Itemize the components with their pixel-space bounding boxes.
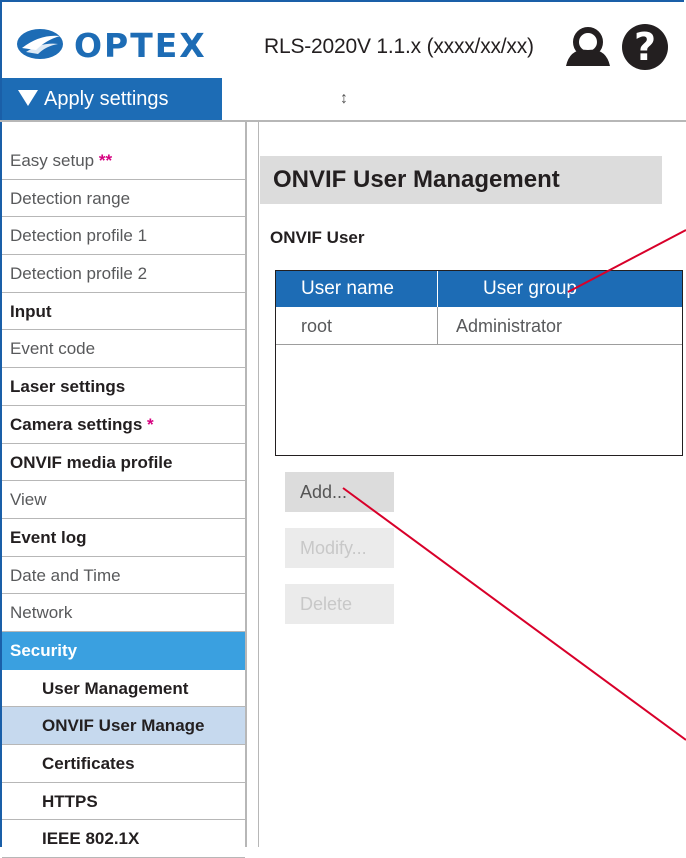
triangle-down-icon: [18, 90, 38, 106]
sidebar-item-onvif-media-profile[interactable]: ONVIF media profile: [2, 444, 245, 482]
apply-settings-button[interactable]: Apply settings: [2, 78, 222, 120]
add-button[interactable]: Add...: [285, 472, 394, 512]
sidebar-item-view[interactable]: View: [2, 481, 245, 519]
resize-handle-icon[interactable]: ↕: [340, 90, 348, 108]
sidebar-item-network[interactable]: Network: [2, 594, 245, 632]
user-icon[interactable]: [564, 26, 612, 66]
section-title: ONVIF User: [270, 228, 365, 247]
required-mark: *: [147, 414, 154, 434]
page-title: ONVIF User Management: [260, 156, 662, 204]
sidebar-item-certificates[interactable]: Certificates: [2, 745, 245, 783]
sidebar-item-label: Easy setup: [10, 151, 95, 170]
table-header: User name User group: [276, 271, 682, 307]
content-divider: [258, 120, 259, 847]
device-title: RLS-2020V 1.1.x (xxxx/xx/xx): [264, 35, 534, 58]
required-mark: **: [98, 151, 113, 170]
apply-settings-label: Apply settings: [44, 88, 169, 110]
sidebar-item-detection-profile-1[interactable]: Detection profile 1: [2, 217, 245, 256]
sidebar-item-onvif-user-management[interactable]: ONVIF User Manage: [2, 707, 245, 745]
sidebar-item-label: Camera settings: [10, 414, 143, 434]
column-header-user-group[interactable]: User group: [438, 271, 682, 307]
header-divider: [0, 120, 686, 122]
cell-user-group: Administrator: [456, 316, 563, 336]
sidebar-item-detection-profile-2[interactable]: Detection profile 2: [2, 255, 245, 293]
sidebar-item-event-log[interactable]: Event log: [2, 519, 245, 557]
sidebar-item-easy-setup[interactable]: Easy setup **: [2, 142, 245, 180]
modify-button[interactable]: Modify...: [285, 528, 394, 568]
column-header-user-name[interactable]: User name: [276, 271, 438, 307]
sidebar-item-security[interactable]: Security: [2, 631, 245, 670]
sidebar-item-https[interactable]: HTTPS: [2, 783, 245, 821]
sidebar-item-date-and-time[interactable]: Date and Time: [2, 557, 245, 595]
table-row[interactable]: root Administrator: [276, 307, 682, 345]
delete-button[interactable]: Delete: [285, 584, 394, 624]
sidebar-item-ieee-8021x[interactable]: IEEE 802.1X: [2, 820, 245, 858]
sidebar-item-event-code[interactable]: Event code: [2, 330, 245, 369]
sidebar: Easy setup ** Detection range Detection …: [2, 142, 245, 858]
sidebar-item-camera-settings[interactable]: Camera settings *: [2, 406, 245, 444]
sidebar-divider: [245, 120, 247, 847]
question-icon[interactable]: ?: [622, 24, 668, 70]
sidebar-item-detection-range[interactable]: Detection range: [2, 180, 245, 218]
onvif-user-table: User name User group root Administrator: [275, 270, 683, 456]
brand-text: OPTEX: [74, 26, 207, 62]
header: OPTEX RLS-2020V 1.1.x (xxxx/xx/xx) ?: [2, 2, 686, 78]
cell-user-name: root: [276, 307, 438, 344]
sidebar-item-user-management[interactable]: User Management: [2, 670, 245, 708]
sidebar-item-laser-settings[interactable]: Laser settings: [2, 368, 245, 406]
sidebar-item-input[interactable]: Input: [2, 293, 245, 331]
optex-logo: OPTEX: [17, 26, 207, 62]
